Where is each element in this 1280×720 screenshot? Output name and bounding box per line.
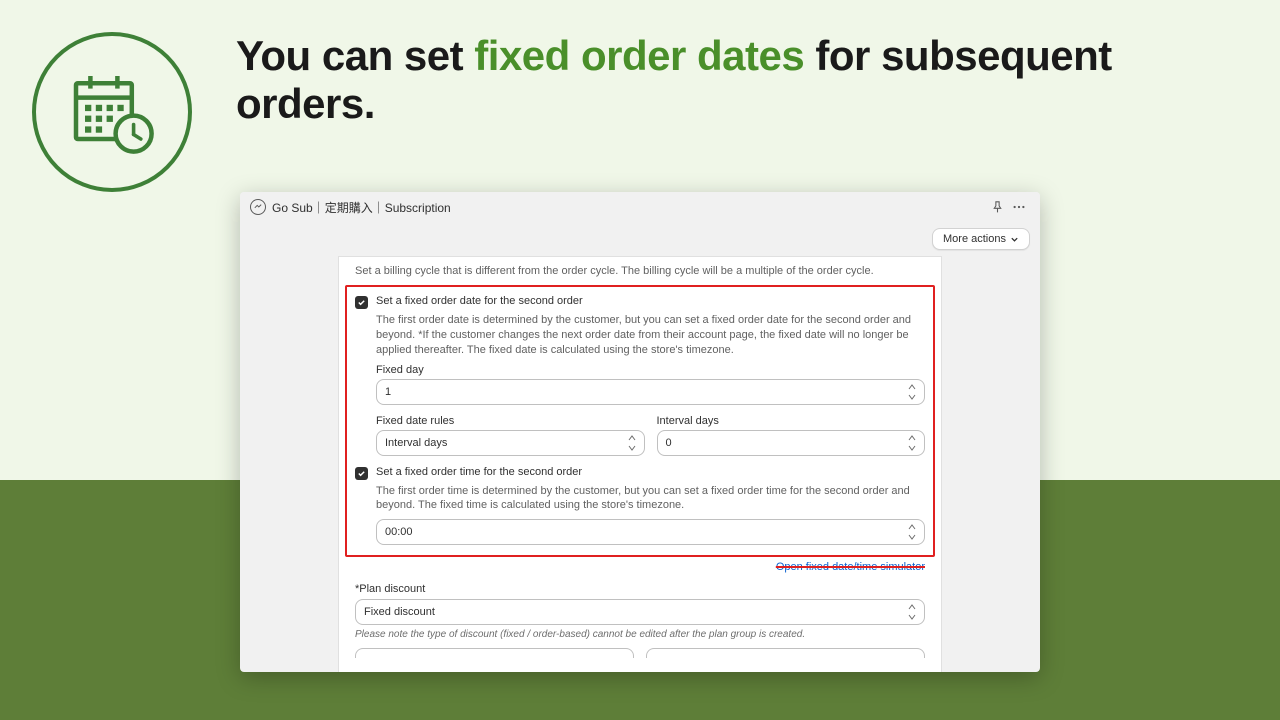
stepper-icon[interactable] xyxy=(908,384,918,400)
fixed-date-checkbox[interactable] xyxy=(355,296,368,309)
stepper-icon[interactable] xyxy=(908,524,918,540)
interval-days-input[interactable]: 0 xyxy=(657,430,926,456)
fixed-time-description: The first order time is determined by th… xyxy=(376,484,925,514)
plan-discount-select[interactable]: Fixed discount xyxy=(355,599,925,625)
chevron-down-icon xyxy=(1010,235,1019,244)
interval-days-label: Interval days xyxy=(657,415,926,427)
fixed-rules-label: Fixed date rules xyxy=(376,415,645,427)
fixed-day-input[interactable]: 1 xyxy=(376,379,925,405)
discount-note: Please note the type of discount (fixed … xyxy=(355,629,925,640)
billing-cycle-intro: Set a billing cycle that is different fr… xyxy=(355,265,925,277)
more-actions-button[interactable]: More actions xyxy=(932,228,1030,250)
fixed-rules-select[interactable]: Interval days xyxy=(376,430,645,456)
highlighted-section: Set a fixed order date for the second or… xyxy=(345,285,935,557)
app-logo-icon xyxy=(250,199,266,215)
plan-discount-label: *Plan discount xyxy=(355,583,925,595)
fixed-time-label: Set a fixed order time for the second or… xyxy=(376,466,582,478)
stepper-icon[interactable] xyxy=(628,435,638,451)
page-headline: You can set fixed order dates for subseq… xyxy=(236,32,1240,129)
pin-icon[interactable] xyxy=(986,196,1008,218)
fixed-time-checkbox[interactable] xyxy=(355,467,368,480)
fixed-date-label: Set a fixed order date for the second or… xyxy=(376,295,583,307)
app-window: Go Sub｜定期購入｜Subscription More actions Se… xyxy=(240,192,1040,672)
calendar-clock-icon xyxy=(32,32,192,192)
app-title: Go Sub｜定期購入｜Subscription xyxy=(272,199,451,216)
input-stub[interactable] xyxy=(646,648,925,658)
more-icon[interactable] xyxy=(1008,196,1030,218)
stepper-icon[interactable] xyxy=(908,435,918,451)
fixed-time-input[interactable]: 00:00 xyxy=(376,519,925,545)
stepper-icon[interactable] xyxy=(908,604,918,620)
fixed-date-description: The first order date is determined by th… xyxy=(376,313,925,358)
simulator-link[interactable]: Open fixed date/time simulator xyxy=(355,561,925,573)
input-stub[interactable] xyxy=(355,648,634,658)
fixed-day-label: Fixed day xyxy=(376,364,925,376)
